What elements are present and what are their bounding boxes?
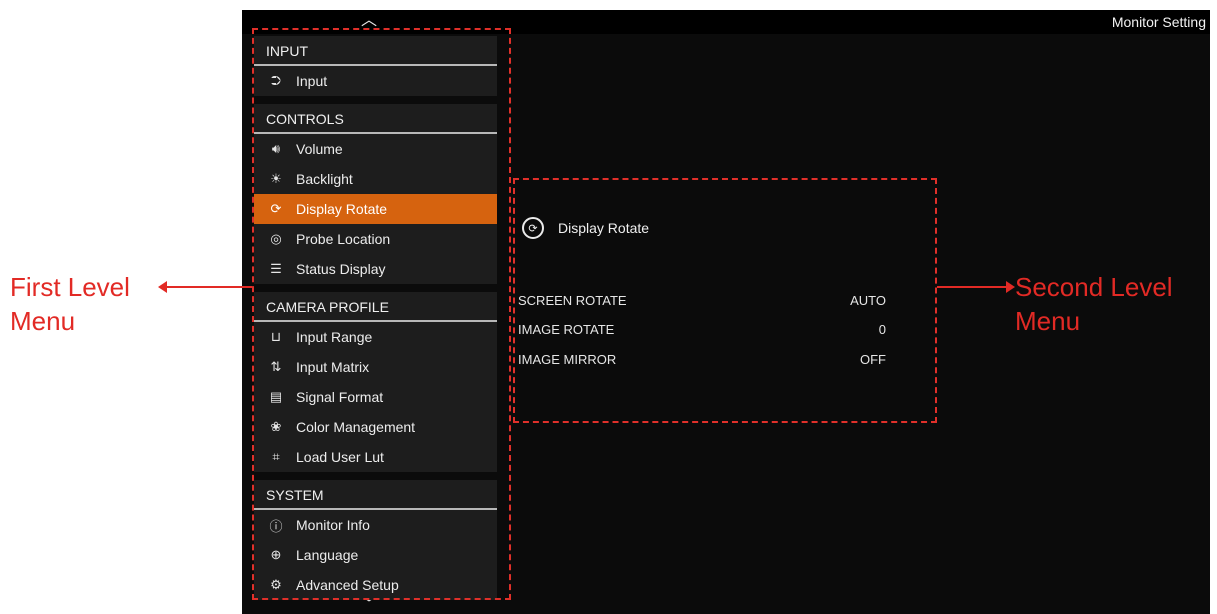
second-level-label-text: Second Level Menu <box>1015 272 1173 336</box>
first-level-outline <box>252 28 511 600</box>
second-level-outline <box>513 178 937 423</box>
window-title: Monitor Setting <box>1111 14 1206 30</box>
first-level-label: First Level Menu <box>10 270 130 338</box>
second-level-arrow <box>937 281 1015 293</box>
second-level-label: Second Level Menu <box>1015 270 1173 338</box>
first-level-label-text: First Level Menu <box>10 272 130 336</box>
chevron-up-icon[interactable]: ︿ <box>354 13 384 29</box>
first-level-arrow <box>158 281 252 293</box>
